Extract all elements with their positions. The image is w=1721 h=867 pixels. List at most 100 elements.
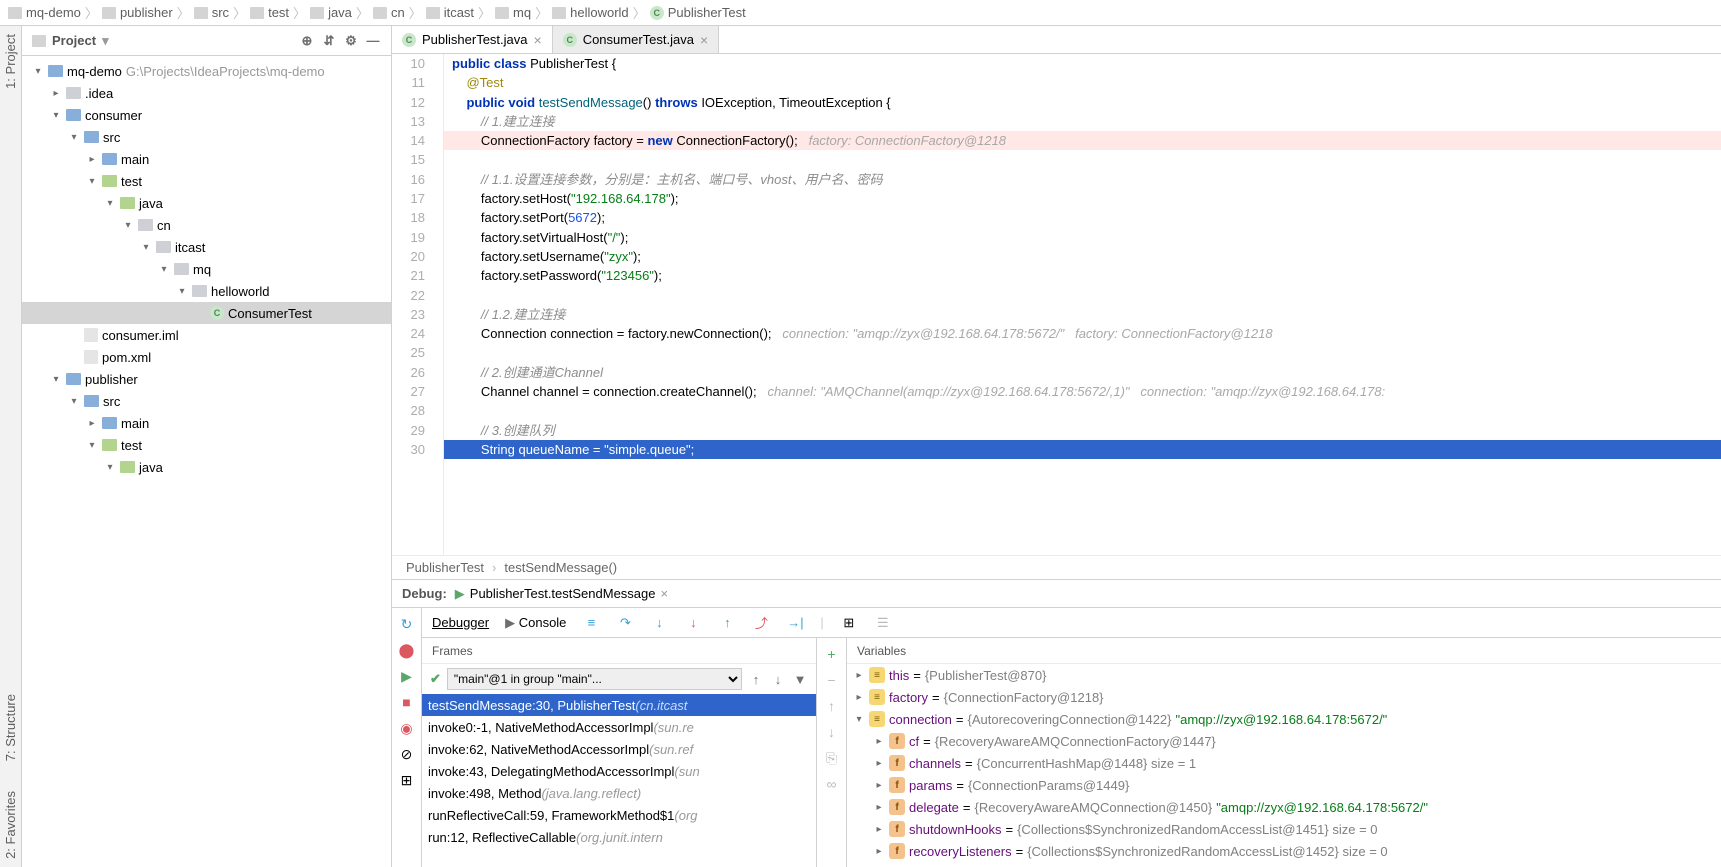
tree-node[interactable]: ▾java <box>22 192 391 214</box>
frames-list[interactable]: testSendMessage:30, PublisherTest (cn.it… <box>422 694 816 867</box>
frame-row[interactable]: runReflectiveCall:59, FrameworkMethod$1 … <box>422 804 816 826</box>
mute-breakpoints-button[interactable]: ⊘ <box>399 746 415 762</box>
tree-node[interactable]: ▾mq <box>22 258 391 280</box>
tree-node[interactable]: ▸main <box>22 412 391 434</box>
tree-node[interactable]: ▾test <box>22 434 391 456</box>
up-watch-icon[interactable]: ↑ <box>824 698 840 714</box>
editor-breadcrumb[interactable]: PublisherTest › testSendMessage() <box>392 555 1721 579</box>
down-watch-icon[interactable]: ↓ <box>824 724 840 740</box>
tree-node[interactable]: pom.xml <box>22 346 391 368</box>
breadcrumb-item[interactable]: test <box>250 5 289 20</box>
var-row[interactable]: ▸fcf = {RecoveryAwareAMQConnectionFactor… <box>847 730 1721 752</box>
tree-node[interactable]: ▾src <box>22 126 391 148</box>
project-tree[interactable]: ▾mq-demo G:\Projects\IdeaProjects\mq-dem… <box>22 56 391 867</box>
next-frame-icon[interactable]: ↓ <box>770 671 786 687</box>
locate-icon[interactable]: ⊕ <box>299 33 315 49</box>
tree-node[interactable]: consumer.iml <box>22 324 391 346</box>
debug-session-tab[interactable]: ▶ PublisherTest.testSendMessage × <box>455 586 668 602</box>
breadcrumb-item[interactable]: mq <box>495 5 531 20</box>
editor-tab[interactable]: CPublisherTest.java× <box>392 26 553 53</box>
tree-node[interactable]: ▾helloworld <box>22 280 391 302</box>
breadcrumb-item[interactable]: publisher <box>102 5 173 20</box>
breadcrumb-item[interactable]: src <box>194 5 229 20</box>
project-header: Project ▾ ⊕ ⇵ ⚙ — <box>22 26 391 56</box>
var-icon: f <box>889 755 905 771</box>
add-watch-icon[interactable]: + <box>824 646 840 662</box>
frame-row[interactable]: run:12, ReflectiveCallable (org.junit.in… <box>422 826 816 848</box>
step-out-icon[interactable]: ↑ <box>718 614 736 632</box>
debug-toolbar: ↻ ⬤ ▶ ■ ◉ ⊘ ⊞ <box>392 608 422 867</box>
frame-row[interactable]: invoke0:-1, NativeMethodAccessorImpl (su… <box>422 716 816 738</box>
resume-button[interactable]: ▶ <box>399 668 415 684</box>
tree-node[interactable]: ▾java <box>22 456 391 478</box>
rerun-failed-button[interactable]: ⬤ <box>399 642 415 658</box>
stripe-project[interactable]: 1: Project <box>3 34 18 89</box>
editor-code[interactable]: public class PublisherTest { @Test publi… <box>444 54 1721 555</box>
frame-row[interactable]: testSendMessage:30, PublisherTest (cn.it… <box>422 694 816 716</box>
breadcrumb-item[interactable]: mq-demo <box>8 5 81 20</box>
settings-icon[interactable]: ⚙ <box>343 33 359 49</box>
hide-icon[interactable]: — <box>365 33 381 49</box>
remove-watch-icon[interactable]: − <box>824 672 840 688</box>
var-row[interactable]: ▸fchannels = {ConcurrentHashMap@1448} si… <box>847 752 1721 774</box>
class-icon: C <box>402 33 416 47</box>
run-to-cursor-icon[interactable]: →| <box>786 614 804 632</box>
frame-row[interactable]: invoke:43, DelegatingMethodAccessorImpl … <box>422 760 816 782</box>
filter-frames-icon[interactable]: ▼ <box>792 671 808 687</box>
editor-tab[interactable]: CConsumerTest.java× <box>553 26 719 53</box>
stripe-structure[interactable]: 7: Structure <box>3 694 18 761</box>
mod-icon <box>84 395 99 407</box>
tree-node[interactable]: CConsumerTest <box>22 302 391 324</box>
debugger-tab[interactable]: Debugger <box>432 615 489 630</box>
trace-icon[interactable]: ☰ <box>874 614 892 632</box>
dir-icon <box>174 263 189 275</box>
editor-gutter[interactable]: 10▶1112▶13141516171819202122232425262728… <box>392 54 444 555</box>
close-icon[interactable]: × <box>700 32 708 48</box>
layout-button[interactable]: ⊞ <box>399 772 415 788</box>
force-step-into-icon[interactable]: ↓ <box>684 614 702 632</box>
step-into-icon[interactable]: ↓ <box>650 614 668 632</box>
glasses-icon[interactable]: ∞ <box>824 776 840 792</box>
drop-frame-icon[interactable]: ⤴ <box>752 614 770 632</box>
stripe-favorites[interactable]: 2: Favorites <box>3 791 18 859</box>
var-row[interactable]: ▸fshutdownHooks = {Collections$Synchroni… <box>847 818 1721 840</box>
tree-node[interactable]: ▾publisher <box>22 368 391 390</box>
show-exec-point-icon[interactable]: ≡ <box>582 614 600 632</box>
tree-node[interactable]: ▾mq-demo G:\Projects\IdeaProjects\mq-dem… <box>22 60 391 82</box>
tree-node[interactable]: ▾consumer <box>22 104 391 126</box>
rerun-button[interactable]: ↻ <box>399 616 415 632</box>
vars-list[interactable]: ▸≡this = {PublisherTest@870}▸≡factory = … <box>847 664 1721 867</box>
tree-node[interactable]: ▸main <box>22 148 391 170</box>
var-row[interactable]: ▾≡connection = {AutorecoveringConnection… <box>847 708 1721 730</box>
breadcrumb-item[interactable]: CPublisherTest <box>650 5 746 20</box>
collapse-icon[interactable]: ⇵ <box>321 33 337 49</box>
mod-icon <box>84 131 99 143</box>
prev-frame-icon[interactable]: ↑ <box>748 671 764 687</box>
breadcrumb-item[interactable]: itcast <box>426 5 474 20</box>
tree-node[interactable]: ▸.idea <box>22 82 391 104</box>
var-row[interactable]: ▸fparams = {ConnectionParams@1449} <box>847 774 1721 796</box>
close-icon[interactable]: × <box>534 32 542 48</box>
breadcrumb-item[interactable]: helloworld <box>552 5 629 20</box>
tree-node[interactable]: ▾test <box>22 170 391 192</box>
tree-node[interactable]: ▾cn <box>22 214 391 236</box>
tree-node[interactable]: ▾src <box>22 390 391 412</box>
var-row[interactable]: ▸≡factory = {ConnectionFactory@1218} <box>847 686 1721 708</box>
var-row[interactable]: ▸fdelegate = {RecoveryAwareAMQConnection… <box>847 796 1721 818</box>
evaluate-icon[interactable]: ⊞ <box>840 614 858 632</box>
frame-row[interactable]: invoke:498, Method (java.lang.reflect) <box>422 782 816 804</box>
frame-row[interactable]: invoke:62, NativeMethodAccessorImpl (sun… <box>422 738 816 760</box>
breadcrumb-item[interactable]: cn <box>373 5 405 20</box>
copy-watch-icon[interactable]: ⎘ <box>824 750 840 766</box>
breakpoints-button[interactable]: ◉ <box>399 720 415 736</box>
breadcrumb-item[interactable]: java <box>310 5 352 20</box>
stop-button[interactable]: ■ <box>399 694 415 710</box>
tree-node[interactable]: ▾itcast <box>22 236 391 258</box>
var-row[interactable]: ▸≡this = {PublisherTest@870} <box>847 664 1721 686</box>
debug-tabs: Debugger ▶ Console ≡ ↷ ↓ ↓ ↑ ⤴ →| | ⊞ ☰ <box>422 608 1721 638</box>
step-over-icon[interactable]: ↷ <box>616 614 634 632</box>
thread-select[interactable]: "main"@1 in group "main"... <box>447 668 742 690</box>
var-row[interactable]: ▸frecoveryListeners = {Collections$Synch… <box>847 840 1721 862</box>
console-tab[interactable]: ▶ Console <box>505 615 566 631</box>
close-icon[interactable]: × <box>661 586 669 601</box>
